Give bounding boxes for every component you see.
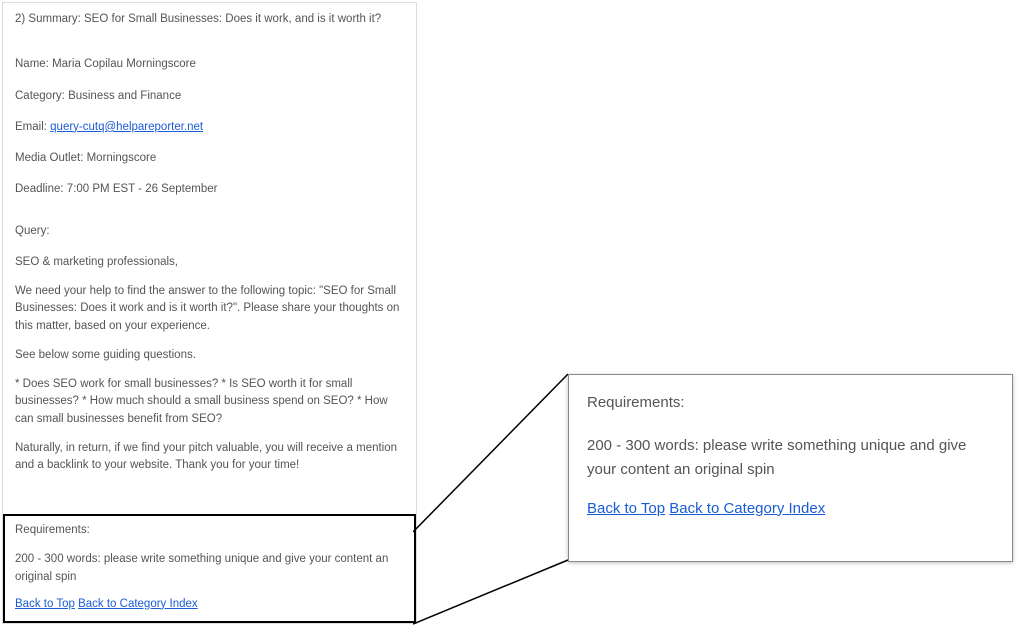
outlet-label: Media Outlet: [15,152,87,164]
query-paragraph-3: See below some guiding questions. [15,347,404,364]
deadline-row: Deadline: 7:00 PM EST - 26 September [15,181,404,198]
email-content-panel: 2) Summary: SEO for Small Businesses: Do… [2,2,417,624]
requirements-title: Requirements: [15,522,404,539]
zoom-requirements-body: 200 - 300 words: please write something … [587,434,994,481]
name-row: Name: Maria Copilau Morningscore [15,56,404,73]
outlet-row: Media Outlet: Morningscore [15,150,404,167]
summary-prefix: 2) Summary: [15,13,84,25]
category-label: Category: [15,90,68,102]
query-paragraph-2: We need your help to find the answer to … [15,283,404,335]
summary-text: SEO for Small Businesses: Does it work, … [84,13,381,25]
zoom-connector-lines [413,372,573,626]
email-link[interactable]: query-cutq@helpareporter.net [50,121,203,133]
name-value: Maria Copilau Morningscore [52,58,196,70]
requirements-links: Back to Top Back to Category Index [15,596,404,613]
requirements-box: Requirements: 200 - 300 words: please wr… [3,514,416,623]
requirements-body: 200 - 300 words: please write something … [15,551,404,586]
back-to-top-link[interactable]: Back to Top [15,598,75,610]
email-row: Email: query-cutq@helpareporter.net [15,119,404,136]
query-paragraph-1: SEO & marketing professionals, [15,254,404,271]
email-label: Email: [15,121,50,133]
deadline-label: Deadline: [15,183,67,195]
zoom-requirements-links: Back to Top Back to Category Index [587,497,994,520]
summary-row: 2) Summary: SEO for Small Businesses: Do… [15,11,404,28]
zoom-back-to-top-link[interactable]: Back to Top [587,500,665,517]
back-to-category-link[interactable]: Back to Category Index [78,598,198,610]
name-label: Name: [15,58,52,70]
deadline-value: 7:00 PM EST - 26 September [67,183,218,195]
query-label: Query: [15,223,404,240]
query-paragraph-4: * Does SEO work for small businesses? * … [15,376,404,428]
outlet-value: Morningscore [87,152,157,164]
zoom-requirements-panel: Requirements: 200 - 300 words: please wr… [568,374,1013,562]
zoom-back-to-category-link[interactable]: Back to Category Index [669,500,825,517]
query-paragraph-5: Naturally, in return, if we find your pi… [15,440,404,475]
category-row: Category: Business and Finance [15,88,404,105]
category-value: Business and Finance [68,90,181,102]
zoom-requirements-title: Requirements: [587,391,994,414]
